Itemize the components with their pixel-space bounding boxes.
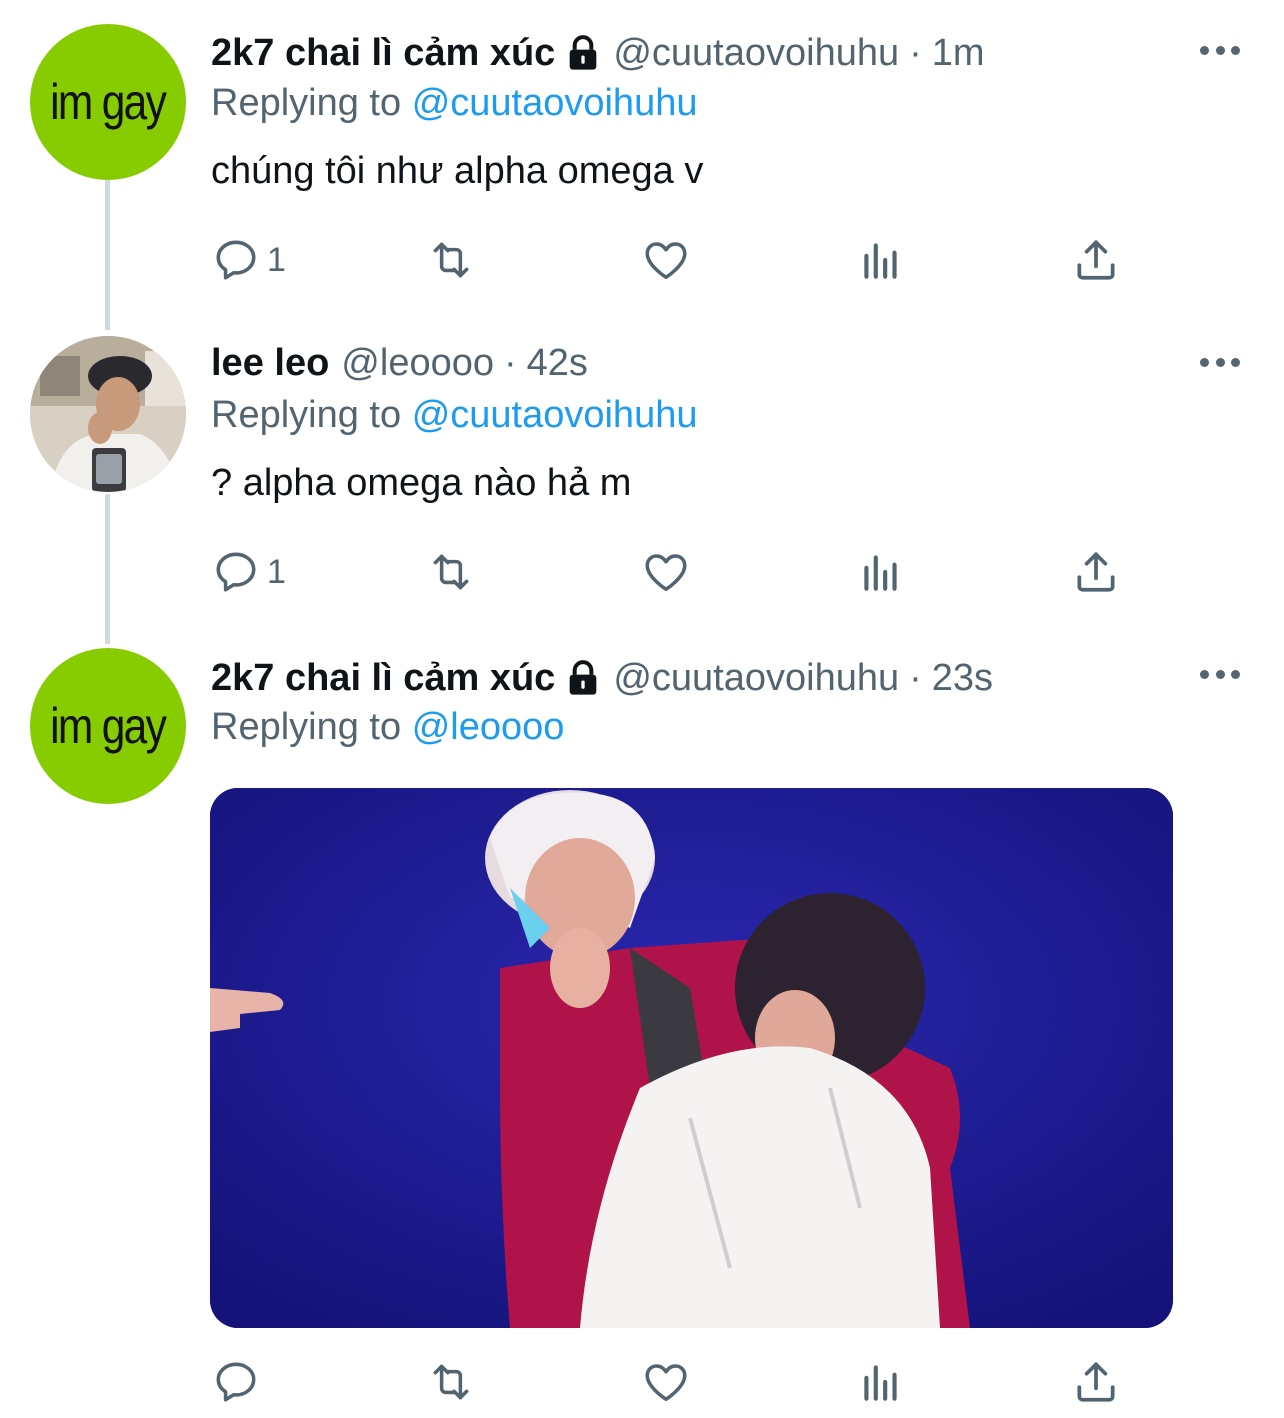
avatar[interactable] [30, 336, 186, 492]
display-name[interactable]: 2k7 chai lì cảm xúc [211, 28, 555, 78]
analytics-button[interactable] [856, 542, 906, 602]
tweet-actions: 1 [211, 542, 1131, 602]
user-handle[interactable]: @cuutaovoihuhu [613, 28, 899, 78]
reply-icon [211, 1357, 261, 1407]
analytics-button[interactable] [856, 1352, 906, 1412]
analytics-icon [856, 1357, 906, 1407]
avatar[interactable]: im gay [30, 648, 186, 804]
user-handle[interactable]: @cuutaovoihuhu [613, 653, 899, 703]
avatar[interactable]: im gay [30, 24, 186, 180]
timestamp[interactable]: 1m [932, 28, 985, 78]
mention-link[interactable]: @cuutaovoihuhu [412, 82, 698, 124]
reply-button[interactable]: 1 [211, 542, 286, 602]
reply-icon [211, 547, 261, 597]
retweet-button[interactable] [426, 542, 476, 602]
analytics-button[interactable] [856, 230, 906, 290]
media-photo [210, 788, 1173, 1328]
display-name[interactable]: lee leo [211, 338, 329, 388]
reply-count: 1 [267, 552, 286, 591]
display-name[interactable]: 2k7 chai lì cảm xúc [211, 653, 555, 703]
separator: · [909, 657, 922, 699]
like-button[interactable] [641, 230, 691, 290]
lock-icon [563, 33, 603, 73]
replying-prefix: Replying to [211, 706, 402, 748]
tweet-actions: 1 [211, 230, 1131, 290]
tweet-header: 2k7 chai lì cảm xúc @cuutaovoihuhu · 1m [211, 28, 985, 78]
more-icon[interactable] [1200, 352, 1240, 372]
reply-button[interactable] [211, 1352, 267, 1412]
replying-to: Replying to @leoooo [211, 702, 564, 752]
reply-button[interactable]: 1 [211, 230, 286, 290]
avatar-text: im gay [50, 698, 168, 754]
share-button[interactable] [1071, 542, 1121, 602]
replying-prefix: Replying to [211, 82, 402, 124]
tweet-text: ? alpha omega nào hả m [211, 462, 632, 504]
replying-prefix: Replying to [211, 394, 402, 436]
tweet[interactable]: im gay 2k7 chai lì cảm xúc @cuutaovoihuh… [0, 0, 1284, 320]
analytics-icon [856, 235, 906, 285]
like-icon [641, 547, 691, 597]
user-handle[interactable]: @leoooo [341, 338, 494, 388]
retweet-button[interactable] [426, 1352, 476, 1412]
timestamp[interactable]: 23s [932, 653, 993, 703]
tweet-header: 2k7 chai lì cảm xúc @cuutaovoihuhu · 23s [211, 653, 993, 703]
tweet-text: chúng tôi như alpha omega v [211, 150, 704, 192]
reply-count: 1 [267, 240, 286, 279]
lock-icon [563, 658, 603, 698]
separator: · [503, 342, 517, 384]
like-button[interactable] [641, 542, 691, 602]
like-icon [641, 1357, 691, 1407]
like-button[interactable] [641, 1352, 691, 1412]
retweet-icon [426, 235, 476, 285]
share-button[interactable] [1071, 1352, 1121, 1412]
analytics-icon [856, 547, 906, 597]
share-icon [1071, 1357, 1121, 1407]
reply-icon [211, 235, 261, 285]
share-icon [1071, 547, 1121, 597]
like-icon [641, 235, 691, 285]
replying-to: Replying to @cuutaovoihuhu [211, 78, 697, 128]
replying-to: Replying to @cuutaovoihuhu [211, 390, 697, 440]
timestamp[interactable]: 42s [527, 338, 588, 388]
share-icon [1071, 235, 1121, 285]
retweet-icon [426, 1357, 476, 1407]
separator: · [909, 32, 922, 74]
tweet-header: lee leo @leoooo · 42s [211, 338, 588, 388]
retweet-button[interactable] [426, 230, 476, 290]
tweet-media-image[interactable] [210, 788, 1173, 1328]
tweet-actions [211, 1352, 1131, 1412]
retweet-icon [426, 547, 476, 597]
tweet[interactable]: lee leo @leoooo · 42s Replying to @cuuta… [0, 320, 1284, 640]
more-icon[interactable] [1200, 40, 1240, 60]
avatar-photo [30, 336, 186, 492]
avatar-text: im gay [50, 74, 168, 130]
share-button[interactable] [1071, 230, 1121, 290]
mention-link[interactable]: @cuutaovoihuhu [412, 394, 698, 436]
mention-link[interactable]: @leoooo [412, 706, 565, 748]
more-icon[interactable] [1200, 664, 1240, 684]
